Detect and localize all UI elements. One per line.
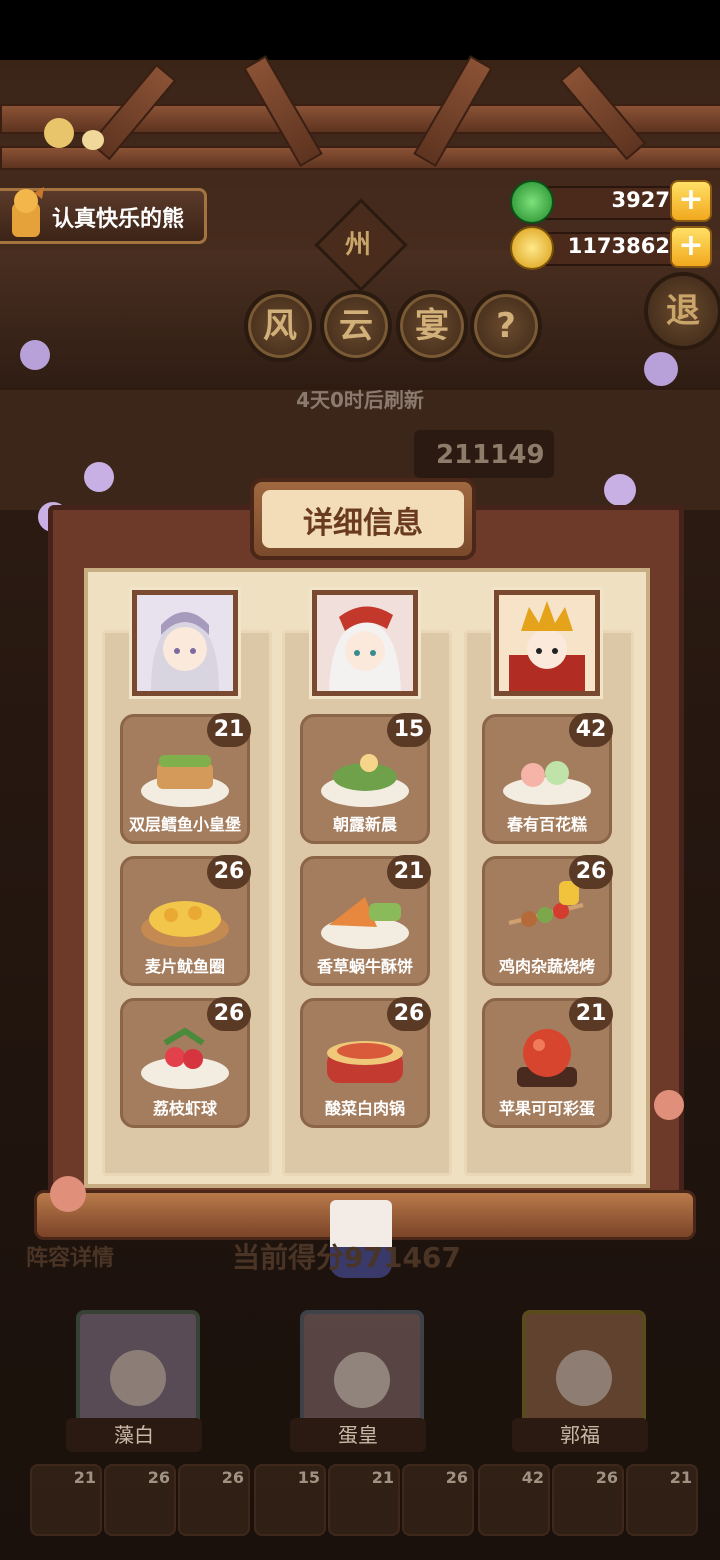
- dish-card[interactable]: 15 朝露新晨: [300, 713, 431, 844]
- dish-card[interactable]: 42 春有百花糕: [482, 713, 613, 844]
- flower-decoration: [84, 462, 114, 492]
- dish-name: 朝露新晨: [332, 815, 397, 834]
- dish-name: 苹果可可彩蛋: [498, 1099, 595, 1118]
- title-char: 云: [320, 290, 392, 362]
- dish-name: 鸡肉杂蔬烧烤: [498, 957, 595, 976]
- hero-avatar-icon: [304, 1314, 420, 1432]
- title-char: 风: [244, 290, 316, 362]
- coin-counter: 1173862 +: [510, 226, 712, 270]
- title-char: 宴: [396, 290, 468, 362]
- hero-portrait-2: [312, 590, 418, 696]
- detail-panel-title: 详细信息: [250, 478, 476, 560]
- chick-decoration: [82, 130, 104, 150]
- game-screen: 认真快乐的熊 3927 + 1173862 + 州 风 云 宴 ? 退 4天0时…: [0, 0, 720, 1560]
- hero-avatar-icon: [80, 1314, 196, 1432]
- flower-decoration: [644, 352, 678, 386]
- hero-name: 蛋皇: [290, 1418, 426, 1452]
- dish-card[interactable]: 21 苹果可可彩蛋: [482, 997, 613, 1128]
- mini-dish-slot[interactable]: 26: [402, 1464, 474, 1536]
- mini-dish-slot[interactable]: 21: [626, 1464, 698, 1536]
- dish-name: 荔枝虾球: [152, 1099, 217, 1118]
- dish-count-badge: 26: [207, 855, 251, 889]
- region-tag-label: 州: [344, 230, 371, 260]
- dish-count-badge: 21: [569, 997, 613, 1031]
- dish-count-badge: 26: [207, 997, 251, 1031]
- hero-avatar-icon: [499, 595, 595, 691]
- jade-counter: 3927 +: [510, 180, 712, 224]
- dish-name: 香草蜗牛酥饼: [316, 957, 413, 976]
- dish-count-badge: 21: [387, 855, 431, 889]
- dish-count-badge: 26: [569, 855, 613, 889]
- dish-card[interactable]: 21 香草蜗牛酥饼: [300, 855, 431, 986]
- add-jade-button[interactable]: +: [670, 180, 712, 222]
- flower-decoration: [20, 340, 50, 370]
- hero-portrait-1: [132, 590, 238, 696]
- dish-name: 双层鳕鱼小皇堡: [128, 815, 241, 834]
- mini-dish-slot[interactable]: 15: [254, 1464, 326, 1536]
- current-score: 当前得分971467: [232, 1241, 461, 1274]
- add-coin-button[interactable]: +: [670, 226, 712, 268]
- exit-button[interactable]: 退: [644, 272, 720, 350]
- hero-name: 藻白: [66, 1418, 202, 1452]
- dish-card[interactable]: 26 酸菜白肉锅: [300, 997, 431, 1128]
- dish-count-badge: 21: [207, 713, 251, 747]
- dish-count-badge: 15: [387, 713, 431, 747]
- user-avatar-icon: [12, 187, 44, 237]
- hero-avatar-icon: [317, 595, 413, 691]
- dish-name: 春有百花糕: [506, 815, 587, 834]
- mini-dish-slot[interactable]: 42: [478, 1464, 550, 1536]
- dish-name: 酸菜白肉锅: [324, 1099, 405, 1118]
- help-button[interactable]: ?: [470, 290, 542, 362]
- flower-decoration: [604, 474, 636, 506]
- mini-dish-slot[interactable]: 26: [104, 1464, 176, 1536]
- flower-decoration: [654, 1090, 684, 1120]
- coin-icon: [510, 226, 554, 270]
- dish-card[interactable]: 26 鸡肉杂蔬烧烤: [482, 855, 613, 986]
- hero-avatar-icon: [526, 1314, 642, 1432]
- hero-name: 郭福: [512, 1418, 648, 1452]
- jade-value: 3927: [611, 188, 670, 212]
- score-backdrop-value: 211149: [436, 440, 545, 470]
- lineup-detail-label[interactable]: 阵容详情: [26, 1240, 114, 1272]
- jade-icon: [510, 180, 554, 224]
- mini-dish-slot[interactable]: 21: [30, 1464, 102, 1536]
- hero-avatar-icon: [137, 595, 233, 691]
- dish-count-badge: 26: [387, 997, 431, 1031]
- dish-count-badge: 42: [569, 713, 613, 747]
- flower-decoration: [50, 1176, 86, 1212]
- chick-decoration: [44, 118, 74, 148]
- dish-name: 麦片鱿鱼圈: [144, 957, 225, 976]
- refresh-timer: 4天0时后刷新: [296, 388, 424, 412]
- user-name: 认真快乐的熊: [52, 207, 185, 232]
- mini-dish-slot[interactable]: 26: [178, 1464, 250, 1536]
- hero-portrait-3: [494, 590, 600, 696]
- coin-value: 1173862: [567, 234, 670, 258]
- dish-card[interactable]: 21 双层鳕鱼小皇堡: [120, 713, 251, 844]
- panel-title-text: 详细信息: [303, 506, 423, 541]
- dish-card[interactable]: 26 荔枝虾球: [120, 997, 251, 1128]
- mini-dish-slot[interactable]: 21: [328, 1464, 400, 1536]
- dish-card[interactable]: 26 麦片鱿鱼圈: [120, 855, 251, 986]
- user-badge[interactable]: 认真快乐的熊: [0, 187, 207, 244]
- mini-dish-slot[interactable]: 26: [552, 1464, 624, 1536]
